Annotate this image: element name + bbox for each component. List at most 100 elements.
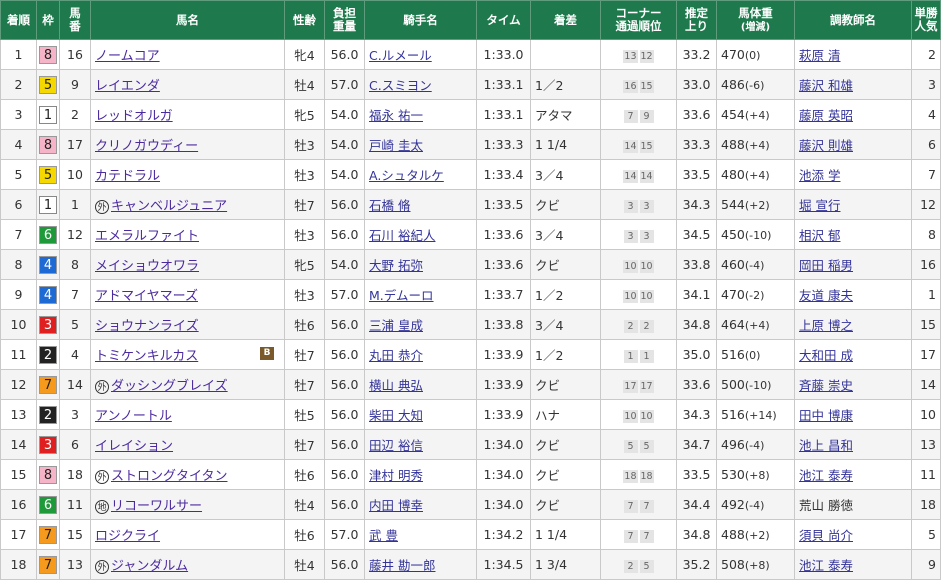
col-jockey[interactable]: 騎手名 (364, 0, 477, 40)
horse-link[interactable]: ジャンダルム (111, 559, 188, 574)
trainer-link[interactable]: 相沢 郁 (799, 228, 840, 243)
trainer-link[interactable]: 大和田 成 (799, 348, 853, 363)
bodyweight-change: (+8) (744, 559, 770, 572)
col-weight[interactable]: 負担 重量 (324, 0, 365, 40)
sexage-cell: 牡3 (284, 279, 325, 310)
jockey-link[interactable]: 津村 明秀 (369, 468, 423, 483)
jockey-link[interactable]: 田辺 裕信 (369, 438, 423, 453)
agari-cell: 33.0 (676, 69, 717, 100)
trainer-link[interactable]: 池添 学 (799, 168, 840, 183)
jockey-link[interactable]: 横山 典弘 (369, 378, 423, 393)
trainer-link[interactable]: 藤原 英昭 (799, 108, 853, 123)
horse-link[interactable]: トミケンキルカス (95, 349, 198, 364)
jockey-link[interactable]: 三浦 皇成 (369, 318, 423, 333)
bodyweight-change: (-2) (744, 289, 765, 302)
col-agari[interactable]: 推定 上り (676, 0, 717, 40)
umaban-cell: 14 (59, 369, 91, 400)
jockey-link[interactable]: 大野 拓弥 (369, 258, 423, 273)
rank-cell: 8 (0, 249, 37, 280)
trainer-link[interactable]: 藤沢 則雄 (799, 138, 853, 153)
corner-pos-2: 5 (639, 559, 654, 573)
horse-link[interactable]: クリノガウディー (95, 139, 198, 154)
jockey-link[interactable]: 福永 祐一 (369, 108, 423, 123)
trainer-cell: 岡田 稲男 (794, 249, 912, 280)
jockey-link[interactable]: A.シュタルケ (369, 168, 444, 183)
bodyweight-change: (-4) (744, 439, 765, 452)
col-bodyweight[interactable]: 馬体重 (増減) (716, 0, 795, 40)
col-margin[interactable]: 着差 (530, 0, 601, 40)
jockey-link[interactable]: 石川 裕紀人 (369, 228, 435, 243)
horse-link[interactable]: ダッシングブレイズ (111, 379, 228, 394)
trainer-link[interactable]: 池江 泰寿 (799, 468, 853, 483)
jockey-link[interactable]: C.ルメール (369, 48, 432, 63)
horse-link[interactable]: メイショウオワラ (95, 259, 199, 274)
horse-link[interactable]: ノームコア (95, 49, 160, 64)
jockey-link[interactable]: 藤井 勘一郎 (369, 558, 435, 573)
trainer-cell: 上原 博之 (794, 309, 912, 340)
col-sexage[interactable]: 性齢 (284, 0, 325, 40)
col-corner[interactable]: コーナー 通過順位 (600, 0, 677, 40)
col-popularity[interactable]: 単勝 人気 (911, 0, 941, 40)
trainer-link[interactable]: 池上 昌和 (799, 438, 853, 453)
horse-cell: 外ストロングタイタン (90, 459, 285, 490)
jockey-link[interactable]: M.デムーロ (369, 288, 434, 303)
col-rank[interactable]: 着順 (0, 0, 37, 40)
col-trainer[interactable]: 調教師名 (794, 0, 912, 40)
horse-link[interactable]: キャンベルジュニア (111, 199, 227, 214)
corner-pos-2: 2 (639, 319, 654, 333)
horse-link[interactable]: カテドラル (95, 169, 160, 184)
agari-cell: 35.2 (676, 549, 717, 580)
corner-pos-1: 13 (623, 49, 638, 63)
horse-link[interactable]: アドマイヤマーズ (95, 289, 198, 304)
jockey-cell: 福永 祐一 (364, 99, 477, 130)
trainer-cell: 藤沢 和雄 (794, 69, 912, 100)
corner-cell: 14 14 (600, 159, 677, 190)
trainer-link[interactable]: 岡田 稲男 (799, 258, 853, 273)
trainer-link[interactable]: 藤沢 和雄 (799, 78, 853, 93)
trainer-link[interactable]: 上原 博之 (799, 318, 853, 333)
bodyweight-change: (-10) (744, 229, 772, 242)
horse-link[interactable]: レッドオルガ (95, 109, 173, 124)
rank-cell: 7 (0, 219, 37, 250)
jockey-link[interactable]: 石橋 脩 (369, 198, 410, 213)
horse-link[interactable]: レイエンダ (95, 79, 160, 94)
jockey-link[interactable]: 内田 博幸 (369, 498, 423, 513)
col-time[interactable]: タイム (476, 0, 531, 40)
horse-link[interactable]: リコーワルサー (111, 499, 202, 514)
corner-pos-2: 9 (639, 109, 654, 123)
trainer-name: 荒山 勝徳 (799, 498, 853, 513)
origin-badge: 外 (95, 379, 109, 394)
horse-link[interactable]: ロジクライ (95, 529, 160, 544)
horse-link[interactable]: ショウナンライズ (95, 319, 199, 334)
margin-cell: 3／4 (530, 159, 601, 190)
jockey-link[interactable]: 丸田 恭介 (369, 348, 423, 363)
col-waku[interactable]: 枠 (36, 0, 60, 40)
trainer-link[interactable]: 田中 博康 (799, 408, 853, 423)
col-horse[interactable]: 馬名 (90, 0, 285, 40)
bodyweight-cell: 488(+2) (716, 519, 795, 550)
horse-link[interactable]: イレイション (95, 439, 173, 454)
waku-badge: 7 (39, 525, 57, 544)
horse-cell: メイショウオワラ (90, 249, 285, 280)
jockey-link[interactable]: 柴田 大知 (369, 408, 423, 423)
trainer-link[interactable]: 友道 康夫 (799, 288, 853, 303)
jockey-link[interactable]: 戸崎 圭太 (369, 138, 423, 153)
trainer-link[interactable]: 斉藤 崇史 (799, 378, 853, 393)
trainer-link[interactable]: 萩原 清 (799, 48, 840, 63)
horse-link[interactable]: エメラルファイト (95, 229, 199, 244)
corner-pos-2: 7 (639, 529, 654, 543)
horse-link[interactable]: ストロングタイタン (111, 469, 227, 484)
trainer-link[interactable]: 堀 宣行 (799, 198, 840, 213)
table-row: 4 8 17 クリノガウディー 牡3 54.0 戸崎 圭太 1:33.3 1 1… (0, 129, 941, 160)
trainer-link[interactable]: 須貝 尚介 (799, 528, 853, 543)
jockey-link[interactable]: C.スミヨン (369, 78, 432, 93)
trainer-link[interactable]: 池江 泰寿 (799, 558, 853, 573)
corner-pos-2: 1 (639, 349, 654, 363)
popularity-cell: 7 (911, 159, 941, 190)
horse-link[interactable]: アンノートル (95, 409, 172, 424)
agari-cell: 34.4 (676, 489, 717, 520)
margin-cell: 1 1/4 (530, 519, 601, 550)
col-umaban[interactable]: 馬番 (59, 0, 91, 40)
weight-cell: 56.0 (324, 309, 365, 340)
jockey-link[interactable]: 武 豊 (369, 528, 398, 543)
